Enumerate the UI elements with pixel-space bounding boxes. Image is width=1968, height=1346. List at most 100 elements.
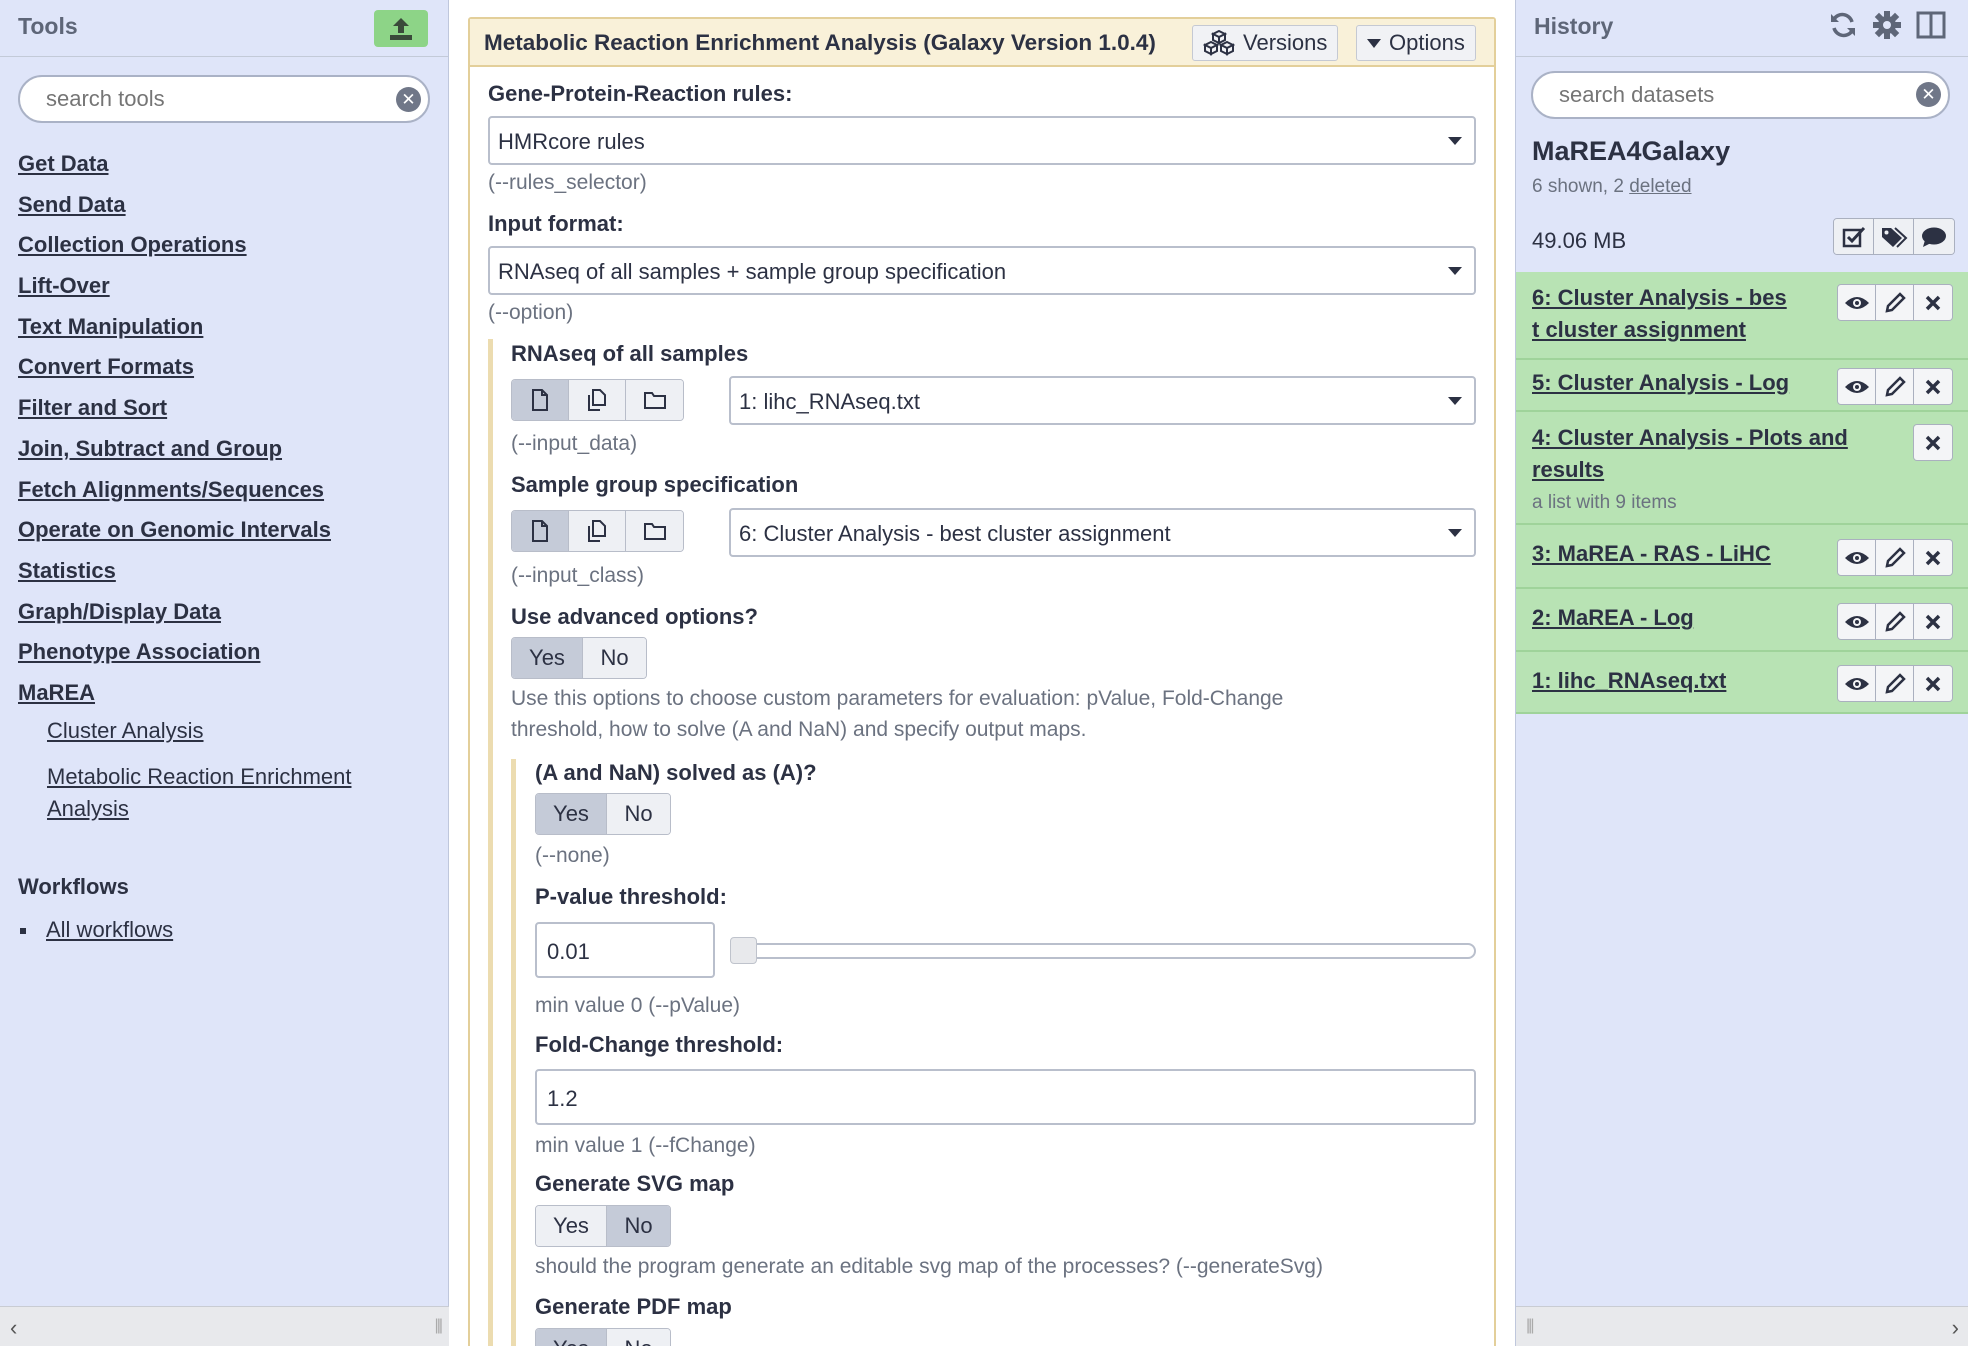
advanced-yes-button[interactable]: Yes	[512, 638, 582, 678]
dataset-collection-button[interactable]	[626, 511, 683, 551]
close-icon[interactable]	[1914, 540, 1952, 575]
edit-annotation-button[interactable]	[1914, 219, 1954, 254]
dataset-title[interactable]: 1: lihc_RNAseq.txt	[1532, 665, 1726, 697]
history-panel-title: History	[1534, 13, 1614, 39]
section-statistics[interactable]: Statistics	[18, 557, 351, 598]
pencil-icon[interactable]	[1876, 285, 1914, 320]
input-format-select[interactable]: RNAseq of all samples + sample group spe…	[488, 246, 1476, 295]
gear-icon[interactable]	[1872, 10, 1902, 40]
clear-search-icon[interactable]: ✕	[1916, 82, 1941, 107]
tool-panel-scrollbar[interactable]: ‹ |||	[0, 1306, 449, 1346]
nan-label: (A and NaN) solved as (A)?	[535, 760, 817, 785]
section-operate-genomic-intervals[interactable]: Operate on Genomic Intervals	[18, 516, 351, 557]
gpr-select[interactable]: HMRcore rules	[488, 116, 1476, 165]
dataset-search-input[interactable]	[1559, 82, 1859, 108]
dataset-item[interactable]: 5: Cluster Analysis - Log	[1516, 360, 1968, 412]
section-join-subtract-group[interactable]: Join, Subtract and Group	[18, 435, 351, 476]
files-icon	[588, 520, 606, 542]
resize-grip-icon[interactable]: |||	[435, 1317, 444, 1335]
dataset-title[interactable]: 6: Cluster Analysis - bes t cluster assi…	[1532, 282, 1787, 346]
dataset-item[interactable]: 1: lihc_RNAseq.txt	[1516, 652, 1968, 714]
section-phenotype-association[interactable]: Phenotype Association	[18, 638, 351, 679]
history-deleted-link[interactable]: deleted	[1629, 176, 1691, 197]
sample-group-label: Sample group specification	[511, 472, 799, 497]
history-name[interactable]: MaREA4Galaxy	[1532, 136, 1730, 167]
advanced-help-line2: threshold, how to solve (A and NaN) and …	[511, 718, 1087, 741]
fold-change-help: min value 1 (--fChange)	[535, 1134, 756, 1157]
scroll-right-icon[interactable]: ›	[1952, 1315, 1959, 1341]
single-dataset-button[interactable]	[512, 380, 569, 420]
eye-icon[interactable]	[1838, 369, 1876, 404]
nan-no-button[interactable]: No	[606, 794, 670, 834]
pencil-icon[interactable]	[1876, 604, 1914, 639]
close-icon[interactable]	[1914, 666, 1952, 701]
eye-icon[interactable]	[1838, 285, 1876, 320]
eye-icon[interactable]	[1838, 540, 1876, 575]
upload-button[interactable]	[374, 10, 428, 47]
dataset-item[interactable]: 2: MaREA - Log	[1516, 589, 1968, 652]
dataset-item[interactable]: 3: MaREA - RAS - LiHC	[1516, 525, 1968, 589]
resize-grip-icon[interactable]: |||	[1526, 1317, 1535, 1335]
section-get-data[interactable]: Get Data	[18, 150, 351, 191]
dataset-item[interactable]: 6: Cluster Analysis - bes t cluster assi…	[1516, 272, 1968, 360]
versions-label: Versions	[1243, 30, 1328, 55]
columns-icon[interactable]	[1916, 10, 1946, 40]
multiple-datasets-button[interactable]	[569, 380, 626, 420]
svg-no-button[interactable]: No	[606, 1206, 670, 1246]
dataset-title[interactable]: 3: MaREA - RAS - LiHC	[1532, 538, 1771, 570]
eye-icon[interactable]	[1838, 666, 1876, 701]
tool-cluster-analysis[interactable]: Cluster Analysis	[47, 715, 351, 747]
eye-icon[interactable]	[1838, 604, 1876, 639]
pencil-icon[interactable]	[1876, 369, 1914, 404]
select-items-button[interactable]	[1834, 219, 1874, 254]
pvalue-input[interactable]: 0.01	[535, 922, 715, 978]
section-marea[interactable]: MaREA	[18, 679, 351, 715]
pencil-icon[interactable]	[1876, 666, 1914, 701]
fold-change-input[interactable]: 1.2	[535, 1069, 1476, 1125]
close-icon[interactable]	[1914, 604, 1952, 639]
section-convert-formats[interactable]: Convert Formats	[18, 353, 351, 394]
all-workflows-link[interactable]: All workflows	[46, 917, 173, 942]
section-lift-over[interactable]: Lift-Over	[18, 272, 351, 313]
close-icon[interactable]	[1914, 285, 1952, 320]
tool-search-input[interactable]	[46, 86, 346, 112]
refresh-icon[interactable]	[1828, 10, 1858, 40]
scroll-left-icon[interactable]: ‹	[10, 1315, 17, 1341]
dataset-title[interactable]: 2: MaREA - Log	[1532, 602, 1694, 634]
rnaseq-value: 1: lihc_RNAseq.txt	[739, 389, 920, 414]
tool-metabolic-reaction-enrichment[interactable]: Metabolic Reaction Enrichment	[47, 761, 351, 793]
edit-tags-button[interactable]	[1874, 219, 1914, 254]
pdf-yes-button[interactable]: Yes	[536, 1329, 606, 1346]
sample-group-select[interactable]: 6: Cluster Analysis - best cluster assig…	[729, 508, 1476, 557]
pvalue-slider[interactable]	[730, 943, 1476, 959]
dataset-title[interactable]: 5: Cluster Analysis - Log	[1532, 367, 1789, 399]
dataset-collection-item[interactable]: 4: Cluster Analysis - Plots and results …	[1516, 412, 1968, 525]
section-fetch-alignments[interactable]: Fetch Alignments/Sequences	[18, 476, 351, 517]
nan-yes-button[interactable]: Yes	[536, 794, 606, 834]
rnaseq-select[interactable]: 1: lihc_RNAseq.txt	[729, 376, 1476, 425]
tool-metabolic-reaction-enrichment-line2[interactable]: Analysis	[47, 793, 351, 825]
section-filter-and-sort[interactable]: Filter and Sort	[18, 394, 351, 435]
pencil-icon[interactable]	[1876, 540, 1914, 575]
section-collection-operations[interactable]: Collection Operations	[18, 231, 351, 272]
dataset-collection-button[interactable]	[626, 380, 683, 420]
history-panel-scrollbar[interactable]: ||| ›	[1516, 1306, 1968, 1346]
advanced-no-button[interactable]: No	[582, 638, 646, 678]
section-send-data[interactable]: Send Data	[18, 191, 351, 232]
single-dataset-button[interactable]	[512, 511, 569, 551]
multiple-datasets-button[interactable]	[569, 511, 626, 551]
pdf-no-button[interactable]: No	[606, 1329, 670, 1346]
svg-yes-button[interactable]: Yes	[536, 1206, 606, 1246]
pvalue-slider-handle[interactable]	[730, 937, 757, 964]
dataset-title[interactable]: 4: Cluster Analysis - Plots and results	[1532, 422, 1848, 486]
clear-search-icon[interactable]: ✕	[396, 87, 421, 112]
close-icon[interactable]	[1914, 369, 1952, 404]
versions-button[interactable]: Versions	[1192, 25, 1339, 61]
close-icon[interactable]	[1914, 425, 1952, 460]
section-graph-display-data[interactable]: Graph/Display Data	[18, 598, 351, 639]
dataset-list: 6: Cluster Analysis - bes t cluster assi…	[1516, 272, 1968, 714]
dataset-actions	[1837, 539, 1953, 576]
options-button[interactable]: Options	[1356, 25, 1476, 61]
rnaseq-label: RNAseq of all samples	[511, 341, 749, 366]
section-text-manipulation[interactable]: Text Manipulation	[18, 313, 351, 354]
